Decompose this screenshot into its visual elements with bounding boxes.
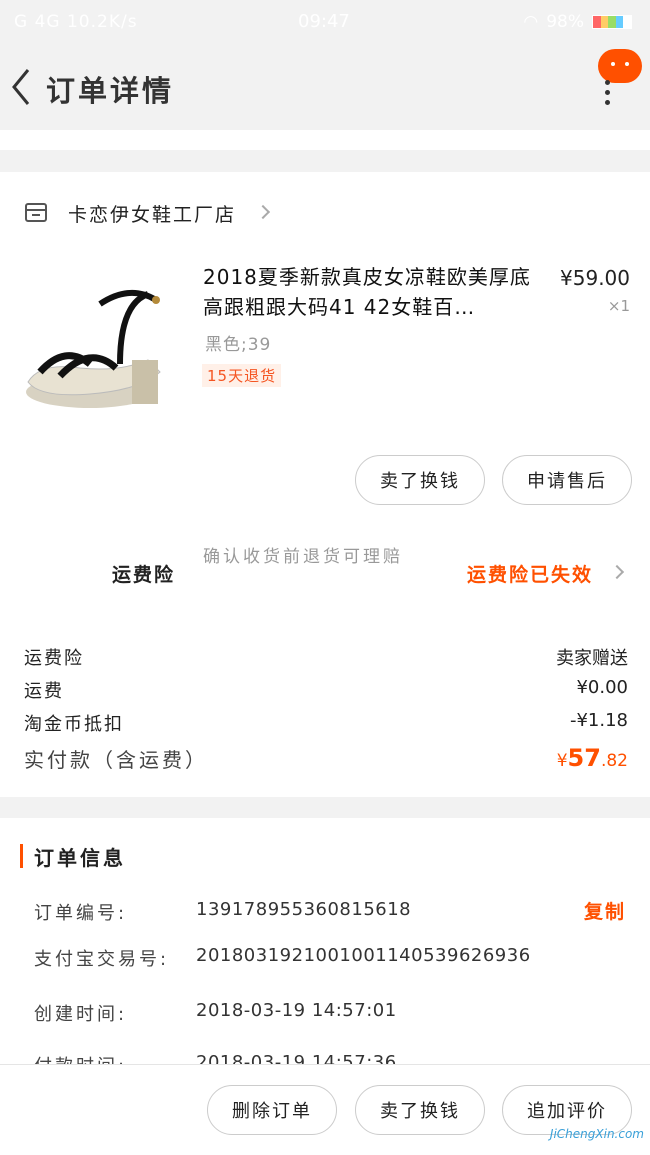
sell-button[interactable]: 卖了换钱	[355, 455, 485, 505]
order-info-heading: 订单信息	[34, 846, 126, 870]
back-icon[interactable]	[8, 64, 44, 110]
delete-order-button[interactable]: 删除订单	[207, 1085, 337, 1135]
status-bar: G 4G 10.2K/s 09:47 ◠ 98%	[0, 0, 650, 44]
page-title: 订单详情	[46, 74, 175, 108]
cost-value: -¥1.18	[569, 710, 628, 731]
product-price: ¥59.00	[560, 266, 630, 290]
insurance-chevron-icon	[609, 564, 625, 580]
insurance-label: 运费险	[112, 564, 176, 586]
created-time: 2018-03-19 14:57:01	[196, 1000, 397, 1021]
cost-label: 运费险	[24, 648, 84, 669]
order-number-label: 订单编号:	[34, 903, 128, 924]
copy-button[interactable]: 复制	[584, 897, 626, 924]
sell-again-button[interactable]: 卖了换钱	[355, 1085, 485, 1135]
alipay-label: 支付宝交易号:	[34, 949, 170, 970]
bottom-action-bar: 删除订单 卖了换钱 追加评价 JiChengXin.com	[0, 1064, 650, 1155]
shop-chevron-icon	[255, 204, 271, 220]
message-icon[interactable]	[598, 49, 642, 83]
nav-header: 订单详情	[0, 44, 650, 130]
divider	[0, 130, 650, 150]
total-amount: ¥57.82	[556, 744, 628, 772]
shop-icon	[24, 200, 48, 224]
cost-value: ¥0.00	[576, 677, 628, 698]
product-sku: 黑色;39	[205, 335, 272, 355]
created-label: 创建时间:	[34, 1004, 128, 1025]
cost-value: 卖家赠送	[556, 648, 628, 669]
net-speed: 10.2K/s	[66, 12, 138, 32]
signal-indicator: G 4G 10.2K/s	[14, 12, 138, 32]
order-number: 139178955360815618	[196, 899, 412, 920]
after-sale-button[interactable]: 申请售后	[502, 455, 632, 505]
watermark: JiChengXin.com	[549, 1127, 644, 1141]
battery-percent: 98%	[546, 12, 584, 32]
wifi-icon: ◠	[523, 12, 539, 32]
cost-label: 淘金币抵扣	[24, 714, 124, 735]
battery-area: ◠ 98%	[523, 12, 632, 32]
total-label: 实付款（含运费）	[24, 748, 208, 772]
product-image[interactable]	[20, 264, 176, 414]
section-accent	[20, 844, 23, 868]
product-title[interactable]: 2018夏季新款真皮女凉鞋欧美厚底高跟粗跟大码41 42女鞋百…	[203, 262, 537, 322]
return-badge: 15天退货	[202, 364, 282, 387]
more-menu-icon[interactable]	[603, 80, 611, 108]
shop-name[interactable]: 卡恋伊女鞋工厂店	[68, 200, 236, 227]
status-time: 09:47	[298, 11, 350, 32]
insurance-status[interactable]: 运费险已失效	[467, 560, 593, 587]
battery-icon	[592, 15, 632, 29]
order-info-section: 订单信息 订单编号: 139178955360815618 复制 支付宝交易号:…	[0, 818, 650, 1077]
alipay-number: 2018031921001001140539626936	[196, 945, 531, 966]
product-quantity: ×1	[607, 297, 630, 315]
order-detail-page: G 4G 10.2K/s 09:47 ◠ 98% 订单详情 卡恋伊女鞋工厂店 2…	[0, 0, 650, 1155]
order-card: 卡恋伊女鞋工厂店 2018夏季新款真皮女凉鞋欧美厚底高跟粗跟大码41 42女鞋百…	[0, 172, 650, 797]
insurance-description: 确认收货前退货可理赔	[203, 547, 403, 567]
cost-label: 运费	[24, 681, 64, 702]
